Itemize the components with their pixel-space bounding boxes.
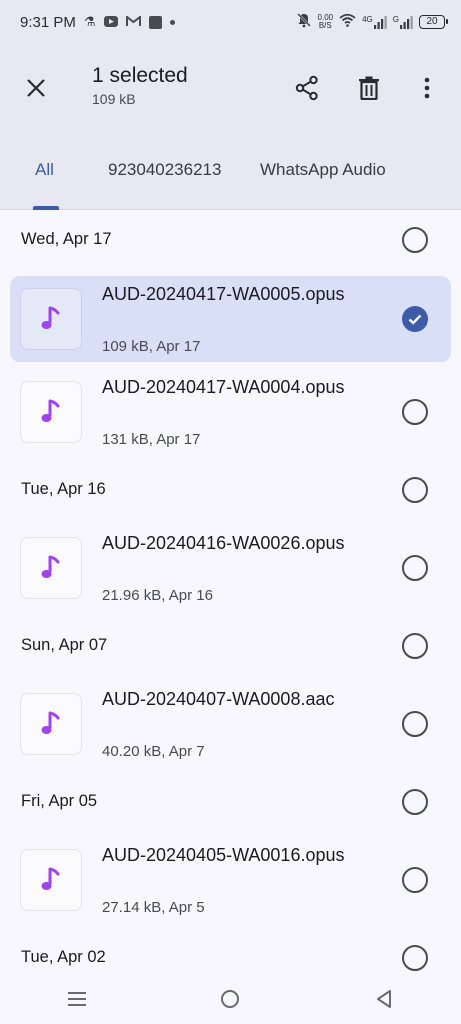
date-header: Tue, Apr 16 — [0, 460, 461, 520]
delete-button[interactable] — [351, 70, 387, 106]
youtube-icon — [103, 15, 118, 30]
net-speed: 0.00 B/S — [317, 13, 334, 30]
tab-whatsapp-audio[interactable]: WhatsApp Audio — [260, 160, 386, 180]
muted-bell-icon — [296, 12, 312, 32]
file-row[interactable]: AUD-20240416-WA0026.opus 21.96 kB, Apr 1… — [10, 525, 451, 611]
date-header-label: Tue, Apr 16 — [21, 480, 106, 498]
close-selection-button[interactable] — [18, 70, 54, 106]
more-vert-icon — [424, 77, 430, 99]
status-bar: 9:31 PM ⚗ 0.00 B/S 4G G 20 — [0, 0, 461, 44]
signal-sim1-icon: 4G — [362, 14, 387, 29]
menu-lines-icon — [67, 992, 86, 1006]
recents-button[interactable] — [57, 979, 97, 1019]
date-header-label: Fri, Apr 05 — [21, 792, 98, 810]
file-meta: 109 kB, Apr 17 — [102, 338, 201, 355]
trash-icon — [359, 76, 379, 100]
select-file-radio[interactable] — [402, 867, 428, 893]
share-icon — [295, 75, 318, 101]
sim2-label: G — [392, 14, 399, 24]
audio-thumbnail — [20, 381, 82, 443]
wifi-icon — [339, 13, 356, 31]
battery-icon: 20 — [419, 15, 448, 29]
back-button[interactable] — [364, 979, 404, 1019]
select-file-radio[interactable] — [402, 555, 428, 581]
select-file-radio[interactable] — [402, 711, 428, 737]
back-triangle-icon — [377, 990, 392, 1008]
music-note-icon — [41, 867, 60, 890]
music-note-icon — [41, 306, 60, 329]
gmail-icon — [125, 14, 141, 30]
select-file-radio[interactable] — [402, 399, 428, 425]
date-header: Wed, Apr 17 — [0, 210, 461, 270]
signal-sim2-icon: G — [392, 14, 413, 29]
file-row[interactable]: AUD-20240407-WA0008.aac 40.20 kB, Apr 7 — [10, 681, 451, 767]
date-header-label: Sun, Apr 07 — [21, 636, 108, 654]
audio-thumbnail — [20, 693, 82, 755]
file-name: AUD-20240416-WA0026.opus — [102, 533, 345, 553]
music-note-icon — [41, 555, 60, 578]
more-options-button[interactable] — [409, 70, 445, 106]
select-date-group-radio[interactable] — [402, 789, 428, 815]
selection-size: 109 kB — [92, 91, 136, 107]
select-date-group-radio[interactable] — [402, 633, 428, 659]
date-header-label: Wed, Apr 17 — [21, 230, 112, 248]
file-name: AUD-20240417-WA0004.opus — [102, 377, 345, 397]
app-notification-icon — [148, 15, 162, 29]
selection-summary: 1 selected 109 kB — [92, 64, 188, 107]
selection-count-title: 1 selected — [92, 64, 188, 87]
file-name: AUD-20240407-WA0008.aac — [102, 689, 335, 709]
select-date-group-radio[interactable] — [402, 477, 428, 503]
date-header: Fri, Apr 05 — [0, 772, 461, 832]
audio-thumbnail — [20, 537, 82, 599]
file-row[interactable]: AUD-20240417-WA0004.opus 131 kB, Apr 17 — [10, 369, 451, 455]
close-icon — [27, 79, 45, 97]
file-name: AUD-20240417-WA0005.opus — [102, 284, 345, 304]
filter-tabs: All 923040236213 WhatsApp Audio — [0, 134, 461, 210]
file-meta: 40.20 kB, Apr 7 — [102, 743, 205, 760]
file-row[interactable]: AUD-20240417-WA0005.opus 109 kB, Apr 17 — [10, 276, 451, 362]
music-note-icon — [41, 399, 60, 422]
file-row[interactable]: AUD-20240405-WA0016.opus 27.14 kB, Apr 5 — [10, 837, 451, 923]
system-nav-bar — [0, 974, 461, 1024]
date-header: Sun, Apr 07 — [0, 616, 461, 676]
select-date-group-radio[interactable] — [402, 227, 428, 253]
selection-app-bar: 1 selected 109 kB — [0, 44, 461, 134]
file-name: AUD-20240405-WA0016.opus — [102, 845, 345, 865]
date-header-label: Tue, Apr 02 — [21, 948, 106, 966]
status-time: 9:31 PM — [20, 13, 76, 31]
audio-thumbnail — [20, 288, 82, 350]
file-meta: 131 kB, Apr 17 — [102, 431, 201, 448]
home-button[interactable] — [210, 979, 250, 1019]
home-circle-icon — [221, 990, 240, 1008]
selected-check-button[interactable] — [402, 306, 428, 332]
audio-thumbnail — [20, 849, 82, 911]
tab-contact-number[interactable]: 923040236213 — [108, 160, 221, 180]
file-meta: 21.96 kB, Apr 16 — [102, 587, 213, 604]
tab-all[interactable]: All — [35, 160, 54, 180]
music-note-icon — [41, 711, 60, 734]
sim1-label: 4G — [362, 14, 373, 24]
lab-flask-icon: ⚗ — [83, 14, 96, 29]
share-button[interactable] — [289, 70, 325, 106]
select-date-group-radio[interactable] — [402, 945, 428, 971]
file-meta: 27.14 kB, Apr 5 — [102, 899, 205, 916]
more-notifications-icon — [169, 19, 175, 25]
checkmark-icon — [408, 314, 422, 325]
